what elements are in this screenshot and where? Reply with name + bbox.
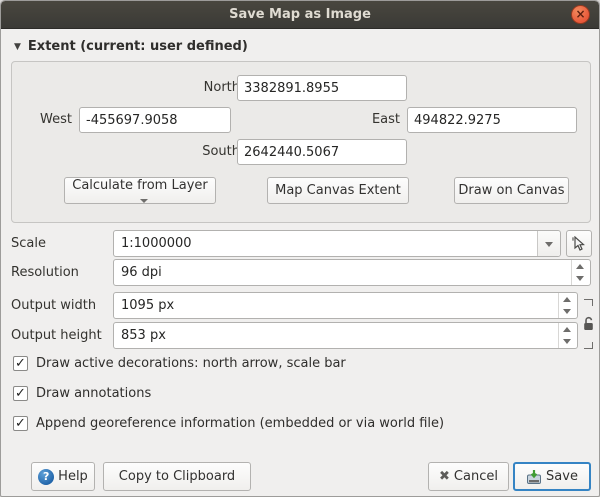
south-input[interactable] <box>237 139 407 165</box>
checkbox-label: Draw active decorations: north arrow, sc… <box>36 355 346 373</box>
north-input[interactable] <box>237 75 407 101</box>
chevron-down-icon <box>140 199 148 203</box>
output-height-label: Output height <box>11 322 102 349</box>
cancel-button[interactable]: ✖ Cancel <box>428 462 509 491</box>
spin-down-icon[interactable] <box>558 336 577 349</box>
save-label: Save <box>546 469 578 484</box>
save-map-as-image-dialog: Save Map as Image × ▼ Extent (current: us… <box>0 0 600 497</box>
scale-combobox[interactable] <box>113 230 561 257</box>
resolution-label: Resolution <box>11 259 79 286</box>
west-input[interactable] <box>79 107 231 133</box>
set-scale-from-canvas-button[interactable] <box>566 230 592 257</box>
resolution-input[interactable] <box>114 260 570 285</box>
titlebar[interactable]: Save Map as Image × <box>1 1 599 29</box>
help-button[interactable]: ? Help <box>31 462 95 491</box>
output-width-spin-column <box>558 293 577 318</box>
copy-to-clipboard-button[interactable]: Copy to Clipboard <box>103 462 251 491</box>
cancel-label: Cancel <box>454 469 498 484</box>
output-width-spinbox[interactable] <box>113 292 578 319</box>
south-label: South <box>162 139 240 165</box>
draw-on-canvas-button[interactable]: Draw on Canvas <box>454 177 569 204</box>
help-icon: ? <box>38 469 54 485</box>
scale-label: Scale <box>11 230 46 257</box>
spin-down-icon[interactable] <box>558 306 577 319</box>
checkbox-checked-icon[interactable]: ✓ <box>13 386 28 401</box>
north-label: North <box>162 75 240 101</box>
extent-groupbox: North West East South Calculate from Lay… <box>11 61 591 223</box>
save-icon <box>526 469 542 485</box>
cursor-pointer-icon <box>571 236 587 252</box>
extent-section-header[interactable]: ▼ Extent (current: user defined) <box>14 39 248 54</box>
collapse-triangle-icon: ▼ <box>14 42 21 52</box>
close-icon[interactable]: × <box>571 5 590 24</box>
east-input[interactable] <box>407 107 577 133</box>
help-label: Help <box>58 469 88 484</box>
output-height-spinbox[interactable] <box>113 322 578 349</box>
cancel-x-icon: ✖ <box>439 469 450 484</box>
checkbox-checked-icon[interactable]: ✓ <box>13 356 28 371</box>
east-label: East <box>327 107 400 133</box>
output-width-input[interactable] <box>114 293 557 318</box>
spin-down-icon[interactable] <box>571 273 590 286</box>
extent-header-label: Extent (current: user defined) <box>28 39 248 54</box>
calculate-from-layer-label: Calculate from Layer <box>72 178 207 193</box>
output-height-spin-column <box>558 323 577 348</box>
calculate-from-layer-button[interactable]: Calculate from Layer <box>64 177 216 204</box>
checkbox-label: Draw annotations <box>36 385 151 403</box>
checkbox-label: Append georeference information (embedde… <box>36 415 444 433</box>
aspect-ratio-lock-button[interactable] <box>580 293 600 355</box>
map-canvas-extent-button[interactable]: Map Canvas Extent <box>267 177 409 204</box>
save-button[interactable]: Save <box>513 462 591 491</box>
bracket-bottom <box>584 342 593 349</box>
west-label: West <box>20 107 72 133</box>
spin-up-icon[interactable] <box>558 293 577 306</box>
resolution-spinbox[interactable] <box>113 259 591 286</box>
spin-up-icon[interactable] <box>571 260 590 273</box>
checkbox-checked-icon[interactable]: ✓ <box>13 416 28 431</box>
output-width-label: Output width <box>11 292 96 319</box>
dialog-title: Save Map as Image <box>1 1 599 29</box>
scale-dropdown-icon[interactable] <box>537 231 560 256</box>
bracket-top <box>584 299 593 306</box>
open-lock-icon <box>582 316 596 332</box>
scale-input[interactable] <box>114 231 536 256</box>
resolution-spin-column <box>571 260 590 285</box>
output-height-input[interactable] <box>114 323 557 348</box>
spin-up-icon[interactable] <box>558 323 577 336</box>
